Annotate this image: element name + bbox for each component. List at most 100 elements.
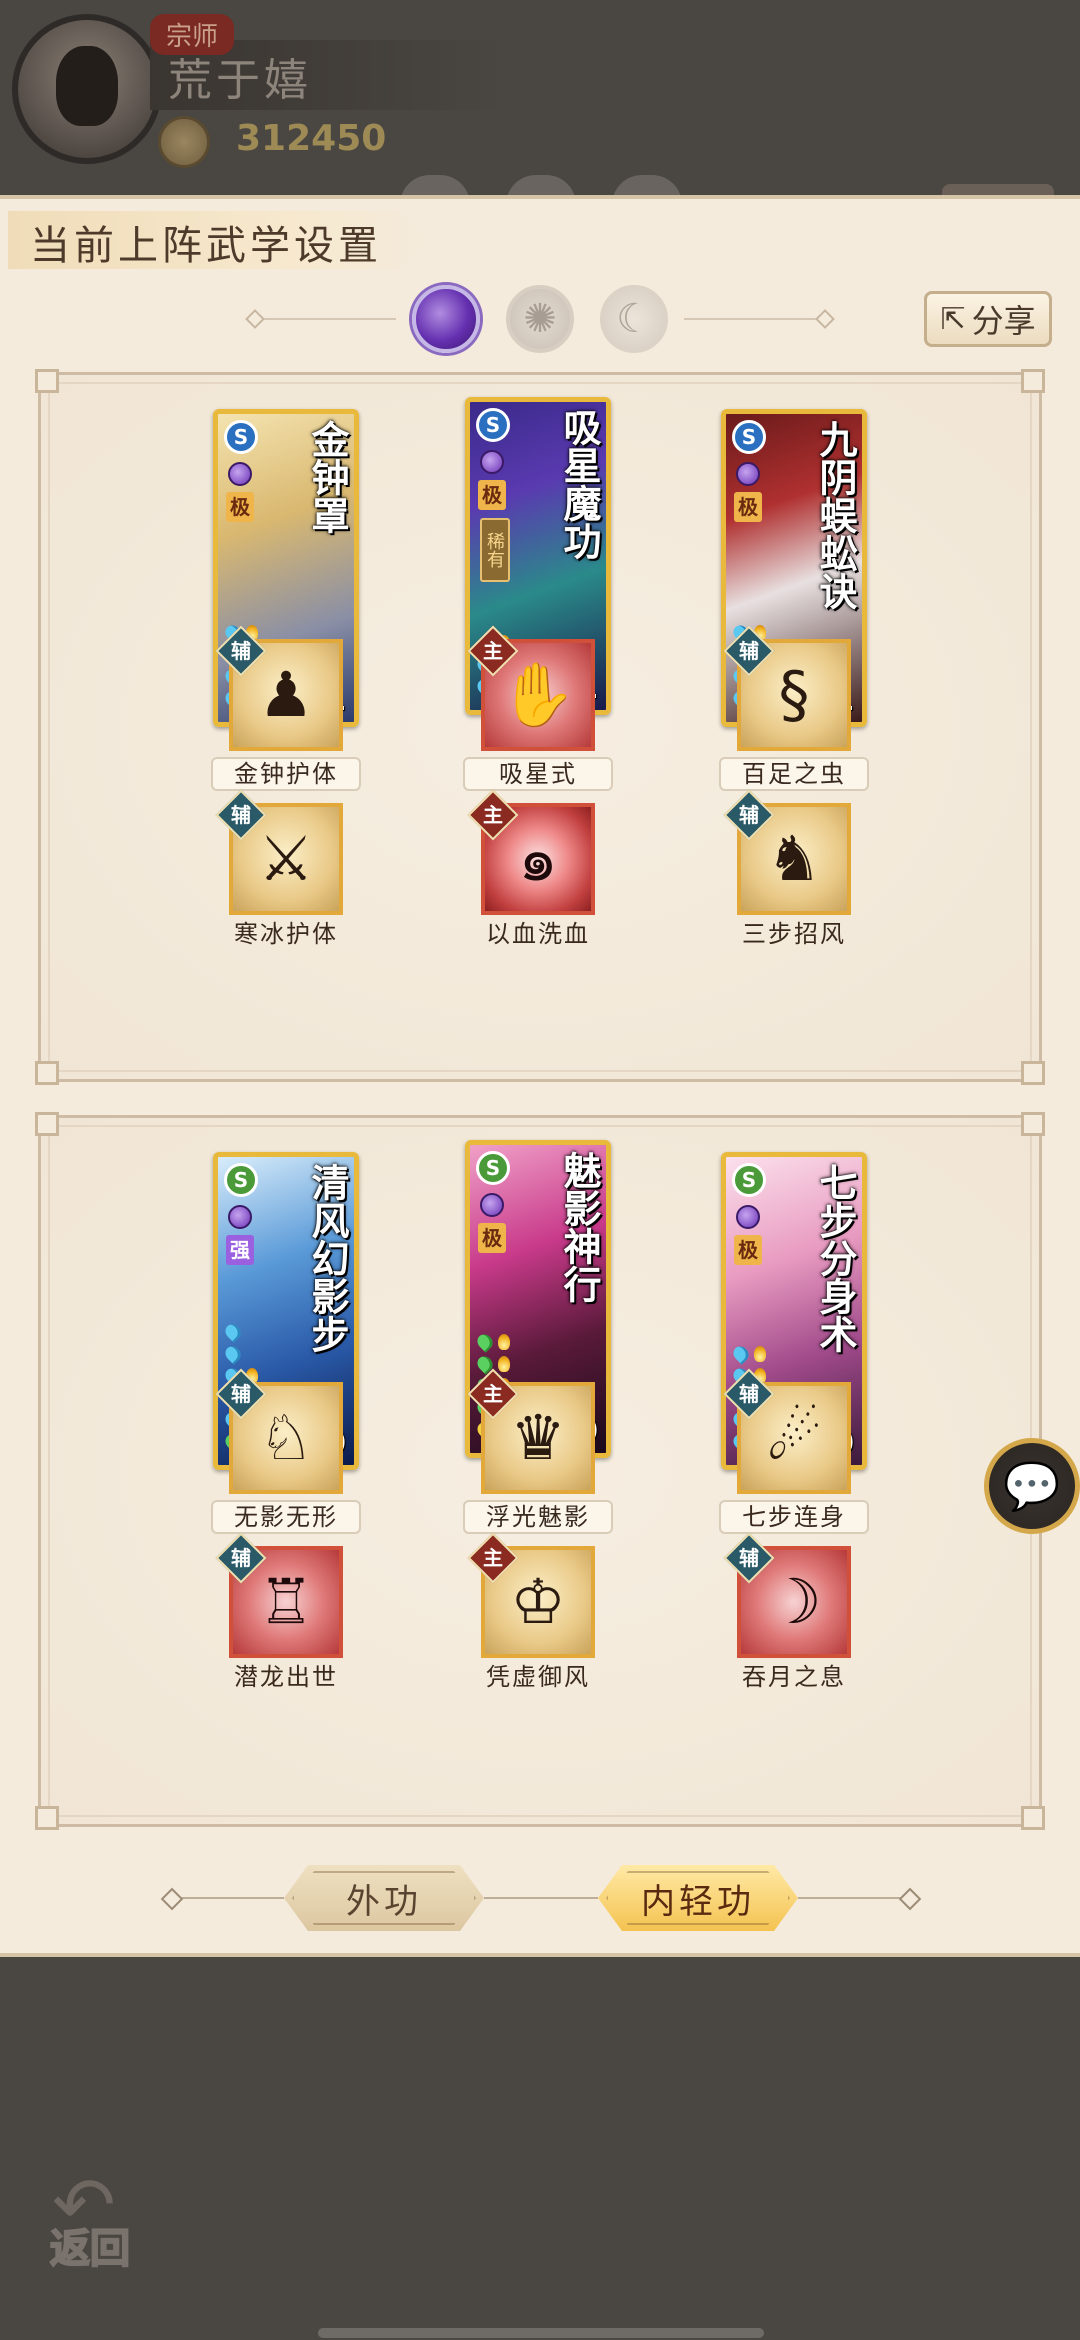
sub-skill[interactable]: ♟ 辅 金钟护体 bbox=[211, 625, 361, 791]
frame-corner bbox=[35, 1061, 59, 1085]
sub-skill-label: 吞月之息 bbox=[742, 1663, 846, 1691]
coin-icon bbox=[158, 116, 210, 168]
sub-skill[interactable]: ✋ 主 吸星式 bbox=[463, 625, 613, 791]
panel-title: 当前上阵武学设置 bbox=[30, 223, 382, 269]
green-drop-icon bbox=[474, 1331, 496, 1353]
frame-corner bbox=[35, 1112, 59, 1136]
player-name: 荒于嬉 bbox=[168, 55, 312, 106]
sub-skill-label: 寒冰护体 bbox=[234, 920, 338, 948]
skill-group-1: S 极 金钟罩 181 ♟ 辅 金钟护体 bbox=[35, 369, 1045, 1085]
vortex-icon[interactable]: ✋ 主 bbox=[467, 625, 595, 751]
wind-step-icon[interactable]: ♞ 辅 bbox=[723, 789, 851, 915]
frame-corner bbox=[35, 369, 59, 393]
levitate-icon[interactable]: ♔ 主 bbox=[467, 1532, 595, 1658]
home-indicator[interactable] bbox=[318, 2328, 764, 2338]
sub-skill-label: 无影无形 bbox=[211, 1500, 361, 1534]
tab-divider bbox=[684, 318, 824, 320]
sub-skill-label: 七步连身 bbox=[719, 1500, 869, 1534]
bottom-divider bbox=[172, 1897, 284, 1899]
tab-external[interactable]: 外功 bbox=[284, 1865, 484, 1931]
dancer-icon[interactable]: ♛ 主 bbox=[467, 1368, 595, 1494]
ice-guard-icon[interactable]: ⚔ 辅 bbox=[215, 789, 343, 915]
internal-type-icon: S bbox=[224, 420, 258, 454]
currency-value: 312450 bbox=[236, 118, 387, 159]
sub-skill[interactable]: ⚔ 辅 寒冰护体 bbox=[215, 789, 353, 949]
bottom-divider-diamond bbox=[898, 1887, 922, 1911]
sub-skill-label: 凭虚御风 bbox=[486, 1663, 590, 1691]
share-label: 分享 bbox=[971, 302, 1036, 340]
sun-icon[interactable] bbox=[506, 285, 574, 353]
bottom-divider bbox=[484, 1897, 598, 1899]
agility-type-icon: S bbox=[224, 1163, 258, 1197]
grade-tag: 极 bbox=[478, 1223, 506, 1253]
agility-type-icon: S bbox=[732, 1163, 766, 1197]
share-icon: ⇱ bbox=[940, 301, 966, 337]
bell-body-icon[interactable]: ♟ 辅 bbox=[215, 625, 343, 751]
moon-grade-icon bbox=[228, 1205, 252, 1229]
dragon-icon[interactable]: ♖ 辅 bbox=[215, 1532, 343, 1658]
sub-skill[interactable]: ♞ 辅 三步招风 bbox=[723, 789, 861, 949]
sub-skill-label: 浮光魅影 bbox=[463, 1500, 613, 1534]
grade-tag: 强 bbox=[226, 1235, 254, 1265]
sub-skill-label: 潜龙出世 bbox=[234, 1663, 338, 1691]
card-title: 七步分身术 bbox=[813, 1163, 858, 1353]
sub-skill[interactable]: ๑ 主 以血洗血 bbox=[467, 789, 605, 949]
flame-icon bbox=[498, 1334, 510, 1350]
moon-grade-icon bbox=[736, 1205, 760, 1229]
moon-grade-icon bbox=[228, 462, 252, 486]
sub-skill[interactable]: ♖ 辅 潜龙出世 bbox=[215, 1532, 353, 1692]
martial-arts-panel: 当前上阵武学设置 ⇱ 分享 S 极 金钟罩 bbox=[0, 195, 1080, 1957]
flame-icon bbox=[754, 1346, 766, 1362]
tab-frame bbox=[606, 1871, 790, 1925]
moon-grade-icon bbox=[736, 462, 760, 486]
card-title: 金钟罩 bbox=[305, 420, 350, 534]
moon-breath-icon[interactable]: ☽ 辅 bbox=[723, 1532, 851, 1658]
back-button[interactable]: ↶ 返回 bbox=[46, 2160, 156, 2273]
internal-type-icon: S bbox=[476, 408, 510, 442]
sub-skill-label: 金钟护体 bbox=[211, 757, 361, 791]
sub-skill[interactable]: ♛ 主 浮光魅影 bbox=[463, 1368, 613, 1534]
frame-corner bbox=[1021, 369, 1045, 393]
centipede-icon[interactable]: § 辅 bbox=[723, 625, 851, 751]
card-title: 清风幻影步 bbox=[305, 1163, 350, 1353]
chain-step-icon[interactable]: ☄ 辅 bbox=[723, 1368, 851, 1494]
tab-frame bbox=[292, 1871, 476, 1925]
player-avatar[interactable] bbox=[12, 14, 162, 164]
card-title: 魅影神行 bbox=[557, 1151, 602, 1303]
tab-divider-diamond bbox=[245, 309, 265, 329]
share-button[interactable]: ⇱ 分享 bbox=[924, 291, 1052, 347]
card-title: 九阴蜈蚣诀 bbox=[813, 420, 858, 610]
sub-skill[interactable]: ☽ 辅 吞月之息 bbox=[723, 1532, 861, 1692]
chat-icon[interactable]: 💬 bbox=[984, 1438, 1080, 1534]
blood-spiral-icon[interactable]: ๑ 主 bbox=[467, 789, 595, 915]
bottom-divider bbox=[798, 1897, 908, 1899]
sub-skill[interactable]: ☄ 辅 七步连身 bbox=[719, 1368, 869, 1534]
sub-skill[interactable]: ♘ 辅 无影无形 bbox=[211, 1368, 361, 1534]
shadow-leap-icon[interactable]: ♘ 辅 bbox=[215, 1368, 343, 1494]
agility-type-icon: S bbox=[476, 1151, 510, 1185]
grade-tag: 极 bbox=[734, 492, 762, 522]
bottom-divider-diamond bbox=[160, 1887, 184, 1911]
frame-corner bbox=[1021, 1806, 1045, 1830]
grade-tag: 极 bbox=[478, 480, 506, 510]
frame-corner bbox=[1021, 1061, 1045, 1085]
sub-skill-label: 三步招风 bbox=[742, 920, 846, 948]
player-header: 宗师 荒于嬉 312450 bbox=[0, 0, 1080, 214]
moon-grade-icon bbox=[480, 1193, 504, 1217]
grade-tag: 极 bbox=[734, 1235, 762, 1265]
tab-divider bbox=[256, 318, 396, 320]
grade-tag: 极 bbox=[226, 492, 254, 522]
water-drop-icon bbox=[222, 1321, 244, 1343]
flame-icon bbox=[498, 1356, 510, 1372]
tab-divider-diamond bbox=[815, 309, 835, 329]
sub-skill[interactable]: § 辅 百足之虫 bbox=[719, 625, 869, 791]
tab-internal[interactable]: 内轻功 bbox=[598, 1865, 798, 1931]
moon-icon[interactable] bbox=[412, 285, 480, 353]
crescent-icon[interactable] bbox=[600, 285, 668, 353]
frame-corner bbox=[1021, 1112, 1045, 1136]
skill-group-2: S 强 清风幻影步 200 ♘ 辅 无影无形 bbox=[35, 1112, 1045, 1830]
back-label: 返回 bbox=[49, 2224, 131, 2273]
sub-skill-label: 百足之虫 bbox=[719, 757, 869, 791]
moon-grade-icon bbox=[480, 450, 504, 474]
sub-skill[interactable]: ♔ 主 凭虚御风 bbox=[467, 1532, 605, 1692]
